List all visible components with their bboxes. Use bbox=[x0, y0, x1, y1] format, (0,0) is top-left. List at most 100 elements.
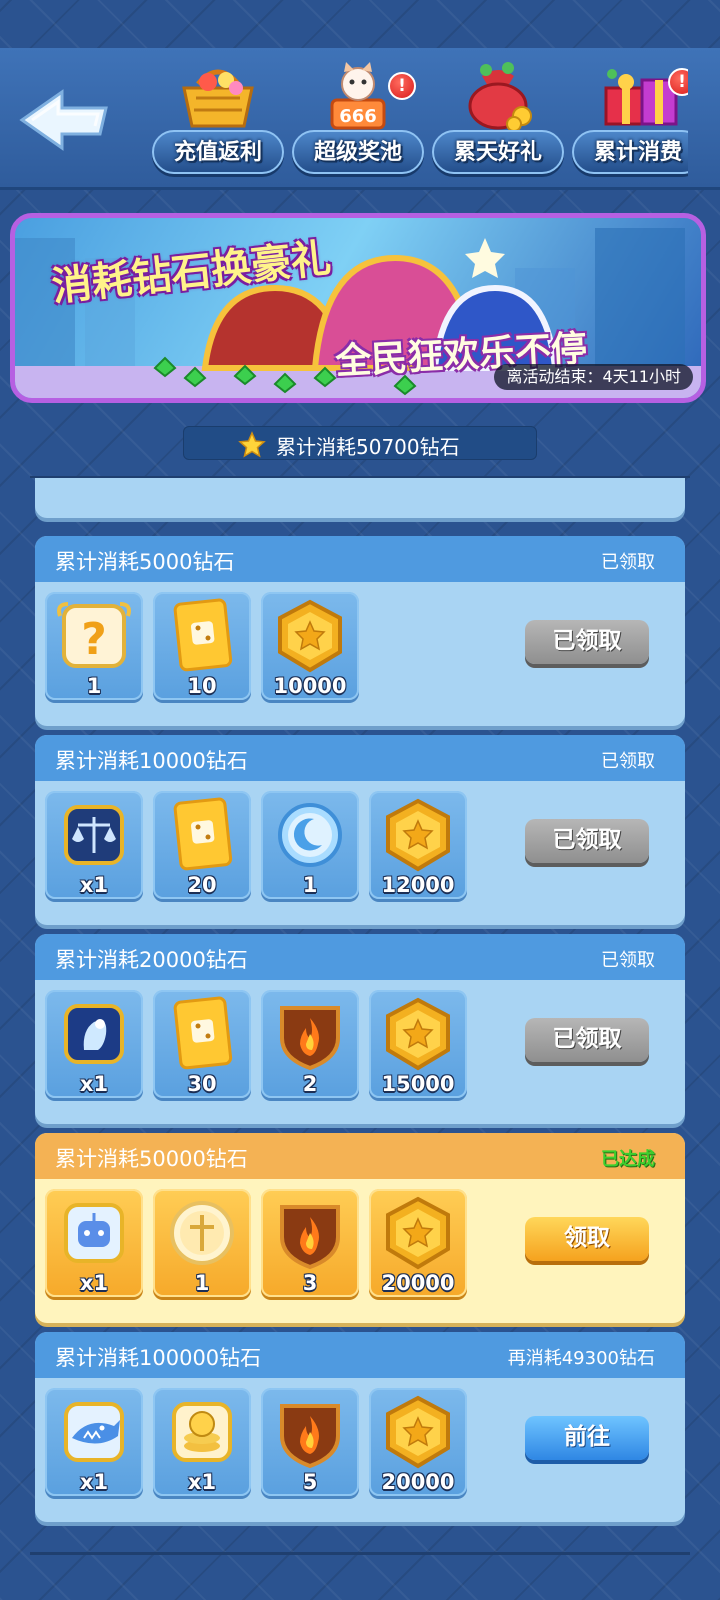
coin-stack-badge-icon bbox=[172, 1402, 232, 1462]
event-countdown: 离活动结束：4天11小时 bbox=[494, 364, 693, 390]
claim-button[interactable]: 领取 bbox=[525, 1217, 649, 1261]
reward-quantity: 5 bbox=[302, 1470, 318, 1494]
reward-item[interactable]: ? 1 bbox=[45, 592, 143, 700]
tab-daily-gifts[interactable]: 累天好礼 bbox=[432, 56, 564, 184]
reward-quantity: x1 bbox=[79, 1072, 109, 1096]
gold-coin-icon bbox=[386, 997, 450, 1071]
reward-item[interactable]: 10 bbox=[153, 592, 251, 700]
reward-item[interactable]: 10000 bbox=[261, 592, 359, 700]
reward-item[interactable]: 30 bbox=[153, 990, 251, 1098]
reward-quantity: x1 bbox=[79, 1470, 109, 1494]
reward-tier-card-partial bbox=[35, 478, 685, 518]
tier-status: 再消耗49300钻石 bbox=[507, 1348, 655, 1369]
reward-item[interactable]: 20 bbox=[153, 791, 251, 899]
money-bag-icon bbox=[468, 62, 532, 130]
notification-badge: ! bbox=[388, 72, 416, 100]
tier-title: 累计消耗5000钻石 bbox=[55, 550, 235, 574]
gift-box-icon bbox=[604, 69, 678, 126]
reward-item[interactable]: 1 bbox=[153, 1189, 251, 1297]
star-icon bbox=[238, 431, 266, 458]
reward-quantity: x1 bbox=[187, 1470, 217, 1494]
tier-title: 累计消耗10000钻石 bbox=[55, 749, 248, 773]
reward-item[interactable]: 20000 bbox=[369, 1388, 467, 1496]
tier-header: 累计消耗10000钻石 已领取 bbox=[35, 735, 685, 781]
tier-status: 已领取 bbox=[601, 552, 655, 573]
reward-item[interactable]: 2 bbox=[261, 990, 359, 1098]
mystery-box-icon: ? bbox=[57, 602, 131, 668]
reward-quantity: 20000 bbox=[381, 1470, 455, 1494]
reward-item[interactable]: x1 bbox=[45, 1189, 143, 1297]
claimed-button[interactable]: 已领取 bbox=[525, 620, 649, 664]
tab-label: 充值返利 bbox=[173, 140, 262, 165]
tier-header: 累计消耗5000钻石 已领取 bbox=[35, 536, 685, 582]
claimed-button[interactable]: 已领取 bbox=[525, 1018, 649, 1062]
gold-coin-icon bbox=[278, 599, 342, 673]
dice-card-icon bbox=[173, 598, 233, 672]
reward-item[interactable]: 3 bbox=[261, 1189, 359, 1297]
reward-item[interactable]: x1 bbox=[45, 990, 143, 1098]
flame-shield-icon bbox=[280, 1205, 340, 1270]
reward-tier-card: 累计消耗100000钻石 再消耗49300钻石 x1 x1 5 20000 前往 bbox=[35, 1332, 685, 1522]
tier-status: 已领取 bbox=[601, 950, 655, 971]
tab-label: 累天好礼 bbox=[453, 140, 542, 165]
reward-item[interactable]: 1 bbox=[261, 791, 359, 899]
tier-status: 已领取 bbox=[601, 751, 655, 772]
tier-header: 累计消耗50000钻石 已达成 bbox=[35, 1133, 685, 1179]
reward-quantity: 2 bbox=[302, 1072, 318, 1096]
reward-quantity: 10000 bbox=[273, 674, 347, 698]
tier-title: 累计消耗50000钻石 bbox=[55, 1147, 248, 1171]
dice-card-icon bbox=[173, 996, 233, 1070]
reward-quantity: 20000 bbox=[381, 1271, 455, 1295]
reward-quantity: 1 bbox=[302, 873, 318, 897]
lucky-cat-icon: 666 bbox=[330, 62, 386, 130]
reward-item[interactable]: x1 bbox=[45, 791, 143, 899]
reward-item[interactable]: x1 bbox=[153, 1388, 251, 1496]
reward-tier-card: 累计消耗5000钻石 已领取 ? 1 10 10000 已领取 bbox=[35, 536, 685, 726]
reward-quantity: 1 bbox=[194, 1271, 210, 1295]
notification-badge: ! bbox=[668, 68, 688, 96]
tab-label: 超级奖池 bbox=[313, 140, 402, 165]
spirit-badge-icon bbox=[64, 1004, 124, 1064]
gold-coin-icon bbox=[386, 1395, 450, 1469]
tier-header: 累计消耗20000钻石 已领取 bbox=[35, 934, 685, 980]
svg-text:?: ? bbox=[81, 614, 107, 665]
dice-card-icon bbox=[173, 797, 233, 871]
tier-title: 累计消耗100000钻石 bbox=[55, 1346, 262, 1370]
flame-shield-icon bbox=[280, 1006, 340, 1071]
reward-item[interactable]: 20000 bbox=[369, 1189, 467, 1297]
reward-quantity: x1 bbox=[79, 1271, 109, 1295]
reward-item[interactable]: 12000 bbox=[369, 791, 467, 899]
tab-recharge-rebate[interactable]: 充值返利 bbox=[152, 56, 284, 184]
shopping-basket-icon bbox=[182, 69, 254, 128]
robot-badge-icon bbox=[64, 1203, 124, 1263]
reward-quantity: 15000 bbox=[381, 1072, 455, 1096]
reward-tier-card: 累计消耗50000钻石 已达成 x1 1 3 20000 领取 bbox=[35, 1133, 685, 1323]
reward-quantity: 30 bbox=[187, 1072, 217, 1096]
reward-quantity: 20 bbox=[187, 873, 217, 897]
reward-quantity: 3 bbox=[302, 1271, 318, 1295]
list-bottom-divider bbox=[30, 1552, 690, 1555]
tab-super-jackpot[interactable]: 666 ! 超级奖池 bbox=[292, 56, 424, 184]
reward-tier-card: 累计消耗20000钻石 已领取 x1 30 2 15000 已领取 bbox=[35, 934, 685, 1124]
reward-item[interactable]: x1 bbox=[45, 1388, 143, 1496]
shark-badge-icon bbox=[64, 1402, 124, 1462]
moon-orb-icon bbox=[278, 803, 342, 867]
reward-quantity: x1 bbox=[79, 873, 109, 897]
claimed-button[interactable]: 已领取 bbox=[525, 819, 649, 863]
event-banner: 消耗钻石换豪礼 全民狂欢乐不停 离活动结束：4天11小时 bbox=[10, 213, 706, 403]
top-navigation-bar: 充值返利 666 ! 超级奖池 累天好礼 ! 累计消费 bbox=[0, 48, 720, 190]
reward-tier-list[interactable]: 累计消耗5000钻石 已领取 ? 1 10 10000 已领取 累计消耗1000… bbox=[30, 476, 690, 1556]
go-button[interactable]: 前往 bbox=[525, 1416, 649, 1460]
reward-quantity: 10 bbox=[187, 674, 217, 698]
gold-coin-icon bbox=[386, 798, 450, 872]
tab-cumulative-spending[interactable]: ! 累计消费 bbox=[572, 56, 688, 184]
reward-item[interactable]: 15000 bbox=[369, 990, 467, 1098]
svg-text:666: 666 bbox=[339, 106, 377, 127]
cross-coin-icon bbox=[170, 1201, 234, 1265]
reward-quantity: 1 bbox=[86, 674, 102, 698]
tab-label: 累计消费 bbox=[593, 140, 682, 165]
tier-title: 累计消耗20000钻石 bbox=[55, 948, 248, 972]
tier-header: 累计消耗100000钻石 再消耗49300钻石 bbox=[35, 1332, 685, 1378]
back-arrow-icon[interactable] bbox=[18, 88, 110, 152]
reward-item[interactable]: 5 bbox=[261, 1388, 359, 1496]
